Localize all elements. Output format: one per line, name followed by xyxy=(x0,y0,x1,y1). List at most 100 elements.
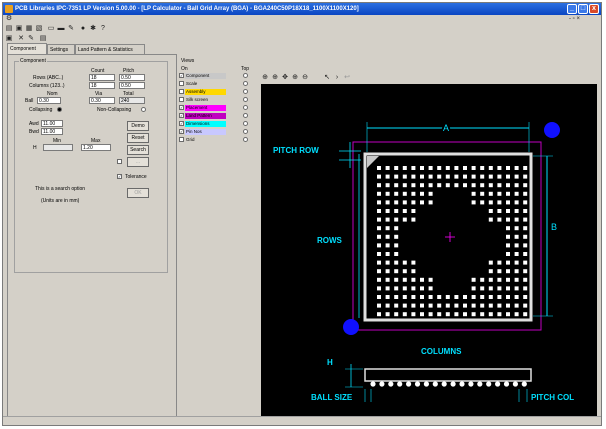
tab-settings[interactable]: Settings xyxy=(47,44,75,54)
record-icon[interactable]: ● xyxy=(79,25,87,33)
view-item[interactable]: Grid xyxy=(179,137,249,144)
pan-icon[interactable]: ✥ xyxy=(281,74,289,82)
h-max-input[interactable]: 1.20 xyxy=(81,144,111,151)
ball xyxy=(385,166,390,170)
export-icon[interactable]: ▤ xyxy=(39,35,47,43)
maximize-button[interactable]: □ xyxy=(578,4,588,14)
view-top-radio[interactable] xyxy=(243,137,248,142)
columns-count-input[interactable]: 18 xyxy=(89,82,115,89)
ball xyxy=(377,174,381,179)
view-item[interactable]: ✓ Dimensions xyxy=(179,121,249,128)
view-checkbox[interactable]: ✓ xyxy=(179,73,184,78)
calculator-icon[interactable]: ▣ xyxy=(5,35,13,43)
ball xyxy=(385,277,390,282)
view-item[interactable]: ✓ Placement xyxy=(179,105,249,112)
drawing-canvas[interactable]: A B PITCH ROW ROWS COLUMNS H BALL SIZE P… xyxy=(261,84,597,420)
ball xyxy=(514,200,519,205)
view-top-radio[interactable] xyxy=(243,73,248,78)
ball xyxy=(428,200,433,205)
view-top-radio[interactable] xyxy=(243,89,248,94)
ball xyxy=(488,183,493,188)
h-min-input[interactable] xyxy=(43,144,73,151)
view-checkbox[interactable] xyxy=(179,137,184,142)
print-icon[interactable]: ▧ xyxy=(35,25,43,33)
view-item[interactable]: Scale xyxy=(179,81,249,88)
tab-land-pattern-statistics[interactable]: Land Pattern & Statistics xyxy=(75,44,145,54)
demo-button[interactable]: Demo xyxy=(127,121,149,131)
collapsing-radio[interactable] xyxy=(57,107,62,112)
view-top-radio[interactable] xyxy=(243,129,248,134)
monitor-icon[interactable]: ▭ xyxy=(47,25,55,33)
minimize-button[interactable]: _ xyxy=(567,4,577,14)
new-icon[interactable]: ▤ xyxy=(5,25,13,33)
undo-icon[interactable]: ↩ xyxy=(343,74,351,82)
ball-via-input[interactable]: 0.30 xyxy=(89,97,115,104)
zoom-out-icon[interactable]: ⊖ xyxy=(301,74,309,82)
rows-pitch-input[interactable]: 0.50 xyxy=(119,74,145,81)
rows-count-input[interactable]: 18 xyxy=(89,74,115,81)
tools-icon[interactable]: ✕ xyxy=(17,35,25,43)
view-checkbox[interactable] xyxy=(179,89,184,94)
noncollapsing-radio[interactable] xyxy=(141,107,146,112)
view-top-radio[interactable] xyxy=(243,121,248,126)
view-item[interactable]: Silk screen xyxy=(179,97,249,104)
edit-icon[interactable]: ✎ xyxy=(27,35,35,43)
view-item[interactable]: ✓ Component xyxy=(179,73,249,80)
select-icon[interactable]: ↖ xyxy=(323,74,331,82)
view-item[interactable]: ✓ Pin Nos xyxy=(179,129,249,136)
view-top-radio[interactable] xyxy=(243,97,248,102)
view-checkbox[interactable]: ✓ xyxy=(179,113,184,118)
ball xyxy=(497,174,502,179)
mdi-window-controls[interactable]: - ▫ × xyxy=(569,16,580,22)
view-item[interactable]: Assembly xyxy=(179,89,249,96)
zoom-window-icon[interactable]: ⊕ xyxy=(271,74,279,82)
help-icon[interactable]: ? xyxy=(99,25,107,33)
close-button[interactable]: x xyxy=(589,4,599,14)
b-input[interactable]: 11.00 xyxy=(41,128,63,135)
ball xyxy=(428,312,433,317)
secondary-toolbar: ▣ ✕ ✎ ▤ xyxy=(3,34,601,44)
wizard-icon[interactable]: ✎ xyxy=(67,25,75,33)
open-icon[interactable]: ▣ xyxy=(15,25,23,33)
ball xyxy=(394,200,399,205)
view-checkbox[interactable]: ✓ xyxy=(179,129,184,134)
ball-nom-input[interactable]: 0.30 xyxy=(37,97,61,104)
view-item[interactable]: ✓ Land Pattern xyxy=(179,113,249,120)
view-top-radio[interactable] xyxy=(243,105,248,110)
view-checkbox[interactable] xyxy=(179,81,184,86)
ball xyxy=(385,226,390,231)
reset-button[interactable]: Reset xyxy=(127,133,149,143)
ball xyxy=(411,166,416,170)
zoom-in-icon[interactable]: ⊕ xyxy=(291,74,299,82)
view-top-radio[interactable] xyxy=(243,113,248,118)
app-menu-icon[interactable]: ⚙ xyxy=(5,15,13,23)
library-icon[interactable]: ▬ xyxy=(57,25,65,33)
save-icon[interactable]: ▦ xyxy=(25,25,33,33)
next-icon[interactable]: › xyxy=(333,74,341,82)
a-input[interactable]: 11.00 xyxy=(41,120,63,127)
ball xyxy=(506,303,510,308)
tolerance-disabled-checkbox xyxy=(117,159,122,164)
tab-component[interactable]: Component xyxy=(7,43,47,54)
view-checkbox[interactable]: ✓ xyxy=(179,121,184,126)
ball xyxy=(445,295,450,299)
tolerance-checkbox[interactable]: ✓ xyxy=(117,174,122,179)
view-checkbox[interactable]: ✓ xyxy=(179,105,184,110)
search-button[interactable]: Search xyxy=(127,145,149,155)
ball xyxy=(523,209,528,213)
ball xyxy=(428,166,433,170)
collapsing-label: Collapsing xyxy=(29,107,53,113)
ball xyxy=(428,286,433,291)
ball xyxy=(514,217,519,222)
title-bar[interactable]: PCB Libraries IPC-7351 LP Version 5.00.0… xyxy=(3,3,601,15)
pitch-row-label: PITCH ROW xyxy=(273,146,319,155)
ball xyxy=(377,252,381,256)
ball xyxy=(514,209,519,213)
ball xyxy=(488,260,493,265)
fiducial-bottom-left xyxy=(343,319,359,335)
view-checkbox[interactable] xyxy=(179,97,184,102)
columns-pitch-input[interactable]: 0.50 xyxy=(119,82,145,89)
zoom-fit-icon[interactable]: ⊕ xyxy=(261,74,269,82)
view-top-radio[interactable] xyxy=(243,81,248,86)
settings-icon[interactable]: ✱ xyxy=(89,25,97,33)
